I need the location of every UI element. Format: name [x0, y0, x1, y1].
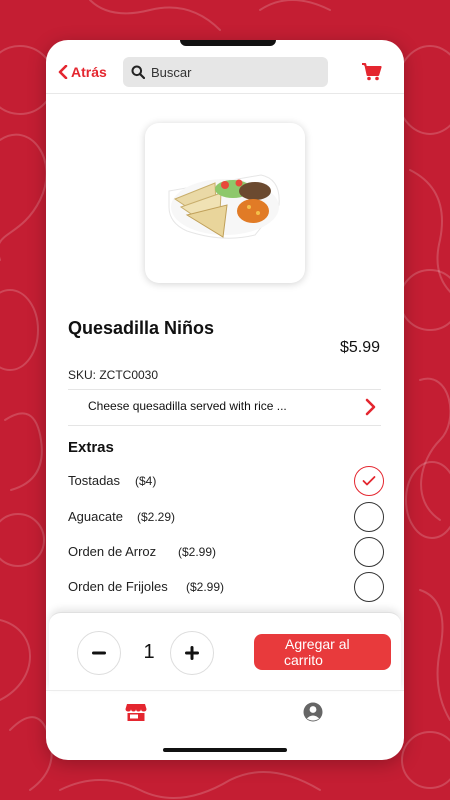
back-label: Atrás	[71, 64, 107, 80]
checkbox-unchecked[interactable]	[354, 572, 384, 602]
checkbox-unchecked[interactable]	[354, 502, 384, 532]
extras-title: Extras	[68, 439, 114, 456]
add-to-cart-label-line1: Agregar al	[285, 636, 350, 652]
tab-profile[interactable]	[303, 702, 323, 727]
checkbox-unchecked[interactable]	[354, 537, 384, 567]
product-sku: SKU: ZCTC0030	[68, 368, 159, 382]
app-screen: Atrás Buscar Quesadilla Niños $5.99 SKU:…	[46, 40, 404, 760]
extra-option-frijoles[interactable]: Orden de Frijoles ($2.99)	[68, 572, 384, 602]
chevron-right-icon	[365, 398, 376, 416]
extra-option-aguacate[interactable]: Aguacate ($2.29)	[68, 502, 384, 532]
plus-icon	[185, 646, 199, 660]
cart-button[interactable]	[362, 63, 382, 86]
extra-price: ($2.99)	[186, 580, 225, 594]
tabbar-divider	[46, 690, 404, 691]
description-text: Cheese quesadilla served with rice ...	[88, 399, 287, 413]
product-title: Quesadilla Niños	[68, 318, 215, 338]
top-bar: Atrás	[46, 56, 404, 92]
device-notch	[180, 40, 276, 46]
tab-store[interactable]	[125, 702, 147, 727]
extra-price: ($2.29)	[137, 510, 176, 524]
header-divider	[46, 93, 404, 94]
extra-option-tostadas[interactable]: Tostadas ($4)	[68, 466, 384, 496]
store-icon	[125, 704, 147, 721]
increase-quantity-button[interactable]	[170, 631, 214, 675]
back-button[interactable]: Atrás	[58, 64, 107, 80]
chevron-left-icon	[58, 65, 68, 79]
quesadilla-plate-image	[168, 174, 280, 239]
extra-option-arroz[interactable]: Orden de Arroz ($2.99)	[68, 537, 384, 567]
extra-name: Tostadas	[68, 473, 121, 488]
extra-name: Orden de Frijoles	[68, 579, 168, 594]
profile-icon	[303, 702, 323, 722]
search-icon	[131, 65, 145, 79]
check-icon	[362, 476, 376, 486]
description-row[interactable]: Cheese quesadilla served with rice ...	[68, 389, 381, 426]
extra-price: ($4)	[135, 474, 157, 488]
order-panel: 1 Agregar al carrito	[49, 612, 401, 690]
add-to-cart-label-line2: carrito	[284, 652, 323, 668]
extra-price: ($2.99)	[178, 545, 217, 559]
product-price: $5.99	[339, 339, 380, 356]
home-indicator	[163, 748, 287, 752]
checkbox-checked[interactable]	[354, 466, 384, 496]
extra-name: Aguacate	[68, 509, 123, 524]
add-to-cart-button[interactable]: Agregar al carrito	[254, 634, 391, 670]
cart-icon	[362, 63, 382, 81]
search-bar[interactable]	[123, 57, 328, 87]
search-input[interactable]	[151, 64, 321, 80]
product-image	[145, 123, 305, 283]
decrease-quantity-button[interactable]	[77, 631, 121, 675]
extra-name: Orden de Arroz	[68, 544, 157, 559]
quantity-value: 1	[143, 641, 155, 663]
minus-icon	[92, 651, 106, 655]
